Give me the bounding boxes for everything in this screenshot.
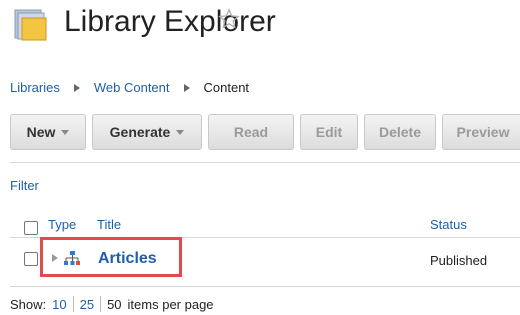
read-button-label: Read (233, 124, 269, 140)
edit-button[interactable]: Edit (300, 114, 358, 150)
page-title: Library Explorer (64, 5, 276, 38)
page-size-50: 50 (107, 296, 122, 312)
site-area-hierarchy-icon (64, 251, 80, 265)
breadcrumb-content: Content (203, 80, 250, 95)
breadcrumb-web-content[interactable]: Web Content (94, 80, 170, 95)
generate-button-label: Generate (109, 124, 171, 140)
chevron-down-icon (176, 129, 185, 135)
chevron-down-icon (61, 129, 70, 135)
generate-button[interactable]: Generate (92, 114, 202, 150)
column-header-title[interactable]: Title (97, 217, 121, 232)
breadcrumb-separator-icon (183, 83, 190, 92)
divider (100, 296, 102, 312)
show-label: Show: (10, 296, 47, 312)
preview-button[interactable]: Preview (442, 114, 520, 150)
expand-arrow-icon[interactable] (52, 254, 58, 262)
column-header-status[interactable]: Status (430, 217, 467, 232)
read-button[interactable]: Read (208, 114, 294, 150)
select-all-checkbox[interactable] (24, 221, 38, 235)
column-header-type[interactable]: Type (48, 217, 76, 232)
breadcrumb: Libraries Web Content Content (10, 80, 249, 95)
toolbar: New Generate Read Edit Delete Preview (10, 114, 520, 152)
folder-icon (14, 9, 47, 41)
delete-button-label: Delete (378, 124, 422, 140)
row-title-link[interactable]: Articles (98, 250, 157, 268)
page-size-10[interactable]: 10 (52, 297, 66, 312)
star-outline-icon[interactable] (218, 8, 240, 30)
breadcrumb-libraries[interactable]: Libraries (10, 80, 60, 95)
divider (72, 296, 74, 312)
pagination-size-selector: Show: 10 25 50 items per page (10, 296, 214, 312)
divider (10, 286, 520, 287)
divider (10, 162, 520, 163)
row-checkbox[interactable] (24, 252, 38, 266)
breadcrumb-separator-icon (73, 83, 80, 92)
new-button-label: New (26, 124, 56, 140)
filter-link[interactable]: Filter (10, 178, 39, 193)
page-size-25[interactable]: 25 (80, 297, 94, 312)
edit-button-label: Edit (315, 124, 343, 140)
items-per-page-label: items per page (127, 296, 214, 312)
new-button[interactable]: New (10, 114, 86, 150)
preview-button-label: Preview (456, 124, 510, 140)
row-status: Published (430, 253, 488, 268)
delete-button[interactable]: Delete (364, 114, 436, 150)
